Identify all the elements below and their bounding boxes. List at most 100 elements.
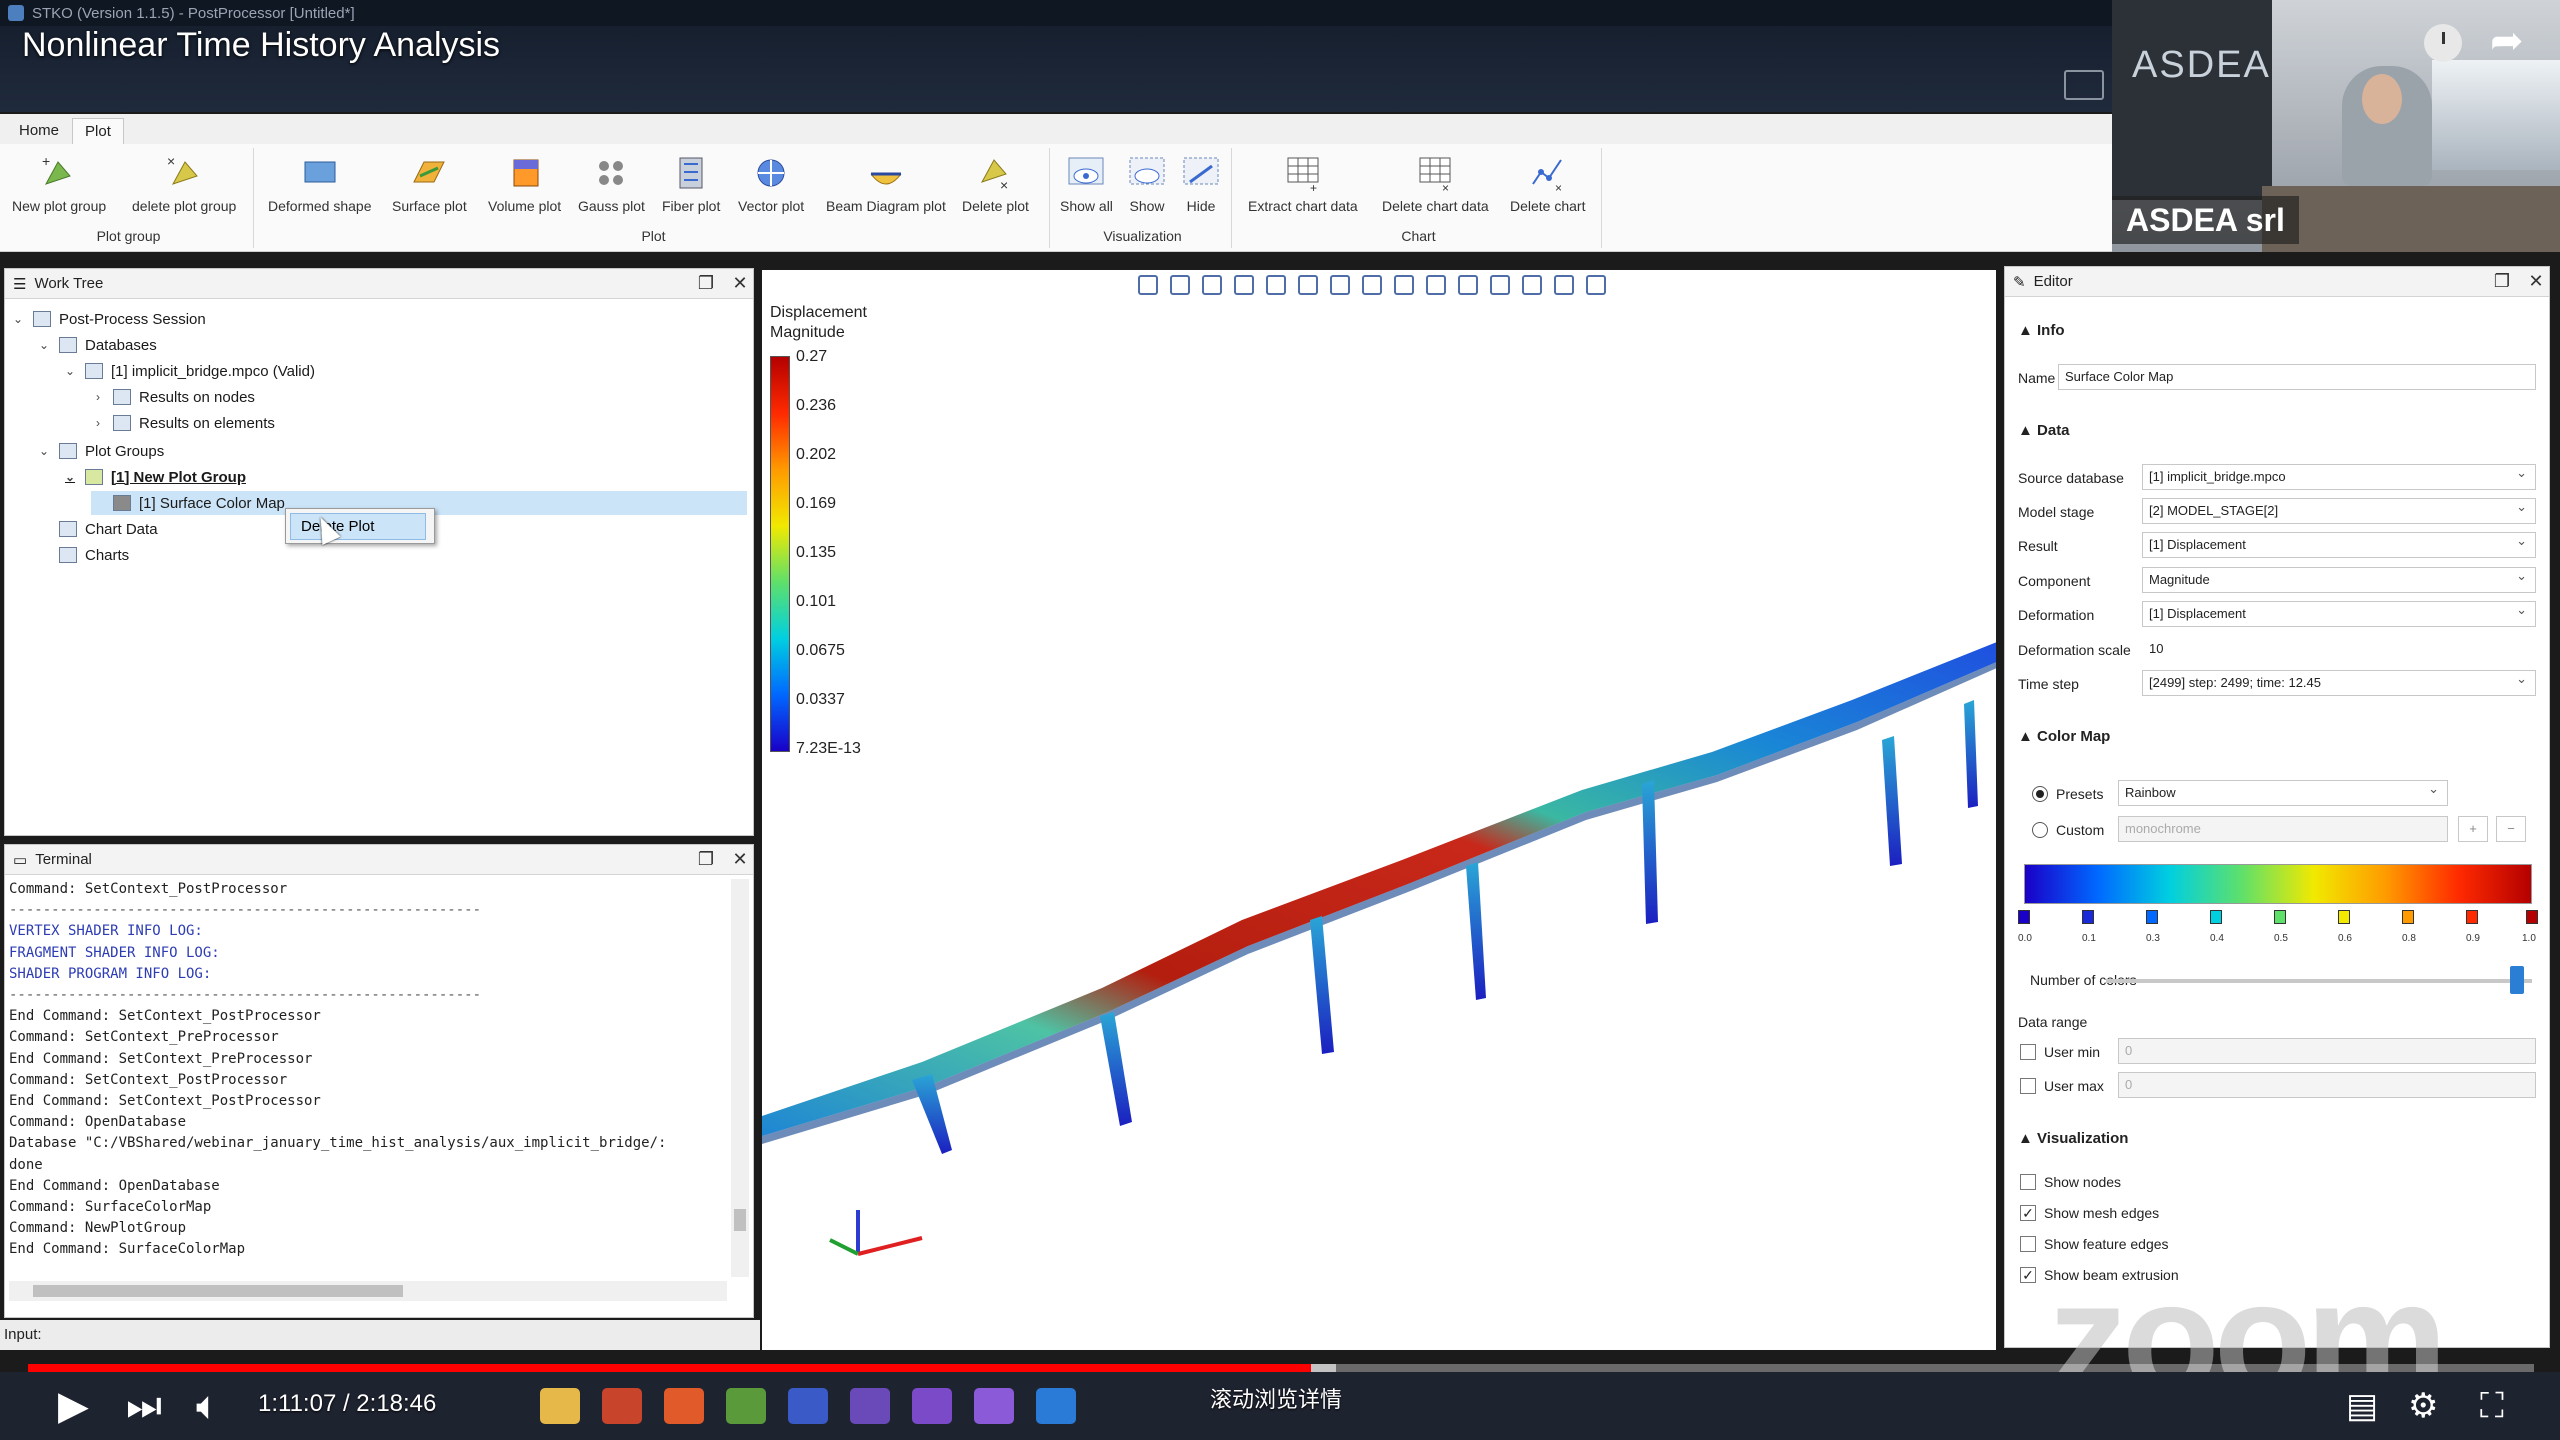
tree-node-charts[interactable]: Charts bbox=[37, 543, 129, 567]
zoom-fit-icon[interactable] bbox=[1522, 275, 1542, 295]
bridge-model[interactable] bbox=[762, 270, 2156, 1350]
color-map-bar[interactable] bbox=[2024, 864, 2532, 904]
delete-chart-button[interactable]: × Delete chart bbox=[1510, 154, 1585, 214]
new-plot-group-button[interactable]: + New plot group bbox=[12, 153, 106, 214]
chevron-down-icon[interactable]: ⌄ bbox=[63, 364, 77, 378]
view-back-icon[interactable] bbox=[1202, 275, 1222, 295]
remove-stop-button[interactable]: − bbox=[2496, 816, 2526, 842]
tree-node-results-elements[interactable]: › Results on elements bbox=[91, 411, 275, 435]
beam-diagram-plot-button[interactable]: Beam Diagram plot bbox=[826, 154, 946, 214]
color-stop[interactable] bbox=[2526, 910, 2538, 924]
deformation-scale-field[interactable]: 10 bbox=[2142, 636, 2536, 662]
pan-icon[interactable] bbox=[1394, 275, 1414, 295]
subtitles-icon[interactable]: ▤ bbox=[2346, 1386, 2378, 1426]
float-icon[interactable]: ❐ bbox=[693, 849, 719, 870]
close-icon[interactable]: ✕ bbox=[727, 273, 753, 294]
user-max-checkbox[interactable] bbox=[2020, 1078, 2036, 1094]
component-select[interactable]: Magnitude bbox=[2142, 567, 2536, 593]
view-right-icon[interactable] bbox=[1266, 275, 1286, 295]
show-button[interactable]: Show bbox=[1128, 154, 1166, 214]
tree-node-results-nodes[interactable]: › Results on nodes bbox=[91, 385, 255, 409]
terminal-horizontal-scrollbar[interactable] bbox=[9, 1281, 727, 1301]
tree-node-db1[interactable]: ⌄ [1] implicit_bridge.mpco (Valid) bbox=[63, 359, 315, 383]
show-beam-extrusion-checkbox[interactable]: ✓ bbox=[2020, 1267, 2036, 1283]
view-front-icon[interactable] bbox=[1170, 275, 1190, 295]
info-section-header[interactable]: ▲ Info bbox=[2018, 322, 2065, 339]
deformed-shape-button[interactable]: Deformed shape bbox=[268, 154, 372, 214]
next-icon[interactable]: ⏭ bbox=[126, 1386, 162, 1426]
presets-radio[interactable] bbox=[2032, 786, 2048, 802]
tree-node-plot-group-1[interactable]: ⌄ [1] New Plot Group bbox=[63, 465, 246, 489]
tree-node-databases[interactable]: ⌄ Databases bbox=[37, 333, 157, 357]
delete-plot-menu-item[interactable]: Delete Plot bbox=[290, 512, 426, 540]
time-step-select[interactable]: [2499] step: 2499; time: 12.45 bbox=[2142, 670, 2536, 696]
user-min-field[interactable]: 0 bbox=[2118, 1038, 2536, 1064]
result-select[interactable]: [1] Displacement bbox=[2142, 532, 2536, 558]
view-bottom-icon[interactable] bbox=[1330, 275, 1350, 295]
show-all-button[interactable]: Show all bbox=[1060, 154, 1113, 214]
chevron-down-icon[interactable]: ⌄ bbox=[37, 444, 51, 458]
surface-plot-button[interactable]: Surface plot bbox=[392, 154, 467, 214]
model-stage-select[interactable]: [2] MODEL_STAGE[2] bbox=[2142, 498, 2536, 524]
chevron-down-icon[interactable]: ⌄ bbox=[63, 470, 77, 484]
share-icon[interactable]: ➦ bbox=[2490, 18, 2524, 64]
scroll-thumb[interactable] bbox=[33, 1285, 403, 1297]
deformation-select[interactable]: [1] Displacement bbox=[2142, 601, 2536, 627]
chevron-down-icon[interactable]: ⌄ bbox=[37, 338, 51, 352]
color-stop[interactable] bbox=[2402, 910, 2414, 924]
color-stop[interactable] bbox=[2274, 910, 2286, 924]
play-icon[interactable]: ▶ bbox=[58, 1386, 89, 1426]
delete-chart-data-button[interactable]: × Delete chart data bbox=[1382, 154, 1489, 214]
custom-field[interactable]: monochrome bbox=[2118, 816, 2448, 842]
chevron-right-icon[interactable]: › bbox=[91, 390, 105, 404]
view-left-icon[interactable] bbox=[1234, 275, 1254, 295]
perspective-icon[interactable] bbox=[1458, 275, 1478, 295]
color-stop[interactable] bbox=[2018, 910, 2030, 924]
color-stop[interactable] bbox=[2338, 910, 2350, 924]
tab-home[interactable]: Home bbox=[6, 117, 72, 144]
tree-node-session[interactable]: ⌄ Post-Process Session bbox=[11, 307, 206, 331]
source-database-select[interactable]: [1] implicit_bridge.mpco bbox=[2142, 464, 2536, 490]
grid-icon[interactable] bbox=[1586, 275, 1606, 295]
slider-handle[interactable] bbox=[2510, 966, 2524, 994]
gauss-plot-button[interactable]: Gauss plot bbox=[578, 154, 645, 214]
color-stop[interactable] bbox=[2466, 910, 2478, 924]
custom-radio[interactable] bbox=[2032, 822, 2048, 838]
fullscreen-exit-icon[interactable]: ⛶ bbox=[2480, 1386, 2504, 1426]
hide-button[interactable]: Hide bbox=[1182, 154, 1220, 214]
tab-plot[interactable]: Plot bbox=[72, 118, 124, 144]
tree-node-plot-groups[interactable]: ⌄ Plot Groups bbox=[37, 439, 164, 463]
terminal-vertical-scrollbar[interactable] bbox=[731, 879, 749, 1277]
delete-plot-button[interactable]: × Delete plot bbox=[962, 154, 1029, 214]
user-max-field[interactable]: 0 bbox=[2118, 1072, 2536, 1098]
show-feature-edges-checkbox[interactable] bbox=[2020, 1236, 2036, 1252]
close-icon[interactable]: ✕ bbox=[727, 849, 753, 870]
orbit-icon[interactable] bbox=[1426, 275, 1446, 295]
float-icon[interactable]: ❐ bbox=[693, 273, 719, 294]
chevron-right-icon[interactable]: › bbox=[91, 416, 105, 430]
name-field[interactable]: Surface Color Map bbox=[2058, 364, 2536, 390]
delete-plot-group-button[interactable]: × delete plot group bbox=[132, 153, 236, 214]
color-stop[interactable] bbox=[2210, 910, 2222, 924]
scroll-details-caption[interactable]: 滚动浏览详情 bbox=[1210, 1382, 1342, 1414]
view-top-icon[interactable] bbox=[1298, 275, 1318, 295]
rotate-icon[interactable] bbox=[1362, 275, 1382, 295]
add-stop-button[interactable]: + bbox=[2458, 816, 2488, 842]
number-of-colors-slider[interactable] bbox=[2106, 979, 2532, 983]
video-progress-bar[interactable] bbox=[28, 1364, 2534, 1372]
parallel-icon[interactable] bbox=[1490, 275, 1510, 295]
color-stop[interactable] bbox=[2146, 910, 2158, 924]
visualization-section-header[interactable]: ▲ Visualization bbox=[2018, 1130, 2128, 1147]
presets-select[interactable]: Rainbow bbox=[2118, 780, 2448, 806]
show-mesh-edges-checkbox[interactable]: ✓ bbox=[2020, 1205, 2036, 1221]
user-min-checkbox[interactable] bbox=[2020, 1044, 2036, 1060]
scroll-thumb[interactable] bbox=[734, 1209, 746, 1231]
float-icon[interactable]: ❐ bbox=[2489, 271, 2515, 292]
chevron-down-icon[interactable]: ⌄ bbox=[11, 312, 25, 326]
watch-later-icon[interactable] bbox=[2424, 24, 2462, 62]
3d-viewport[interactable] bbox=[762, 270, 2156, 1350]
gear-icon[interactable]: ⚙ bbox=[2408, 1386, 2438, 1426]
data-section-header[interactable]: ▲ Data bbox=[2018, 422, 2070, 439]
vector-plot-button[interactable]: Vector plot bbox=[738, 154, 804, 214]
fiber-plot-button[interactable]: Fiber plot bbox=[662, 154, 720, 214]
